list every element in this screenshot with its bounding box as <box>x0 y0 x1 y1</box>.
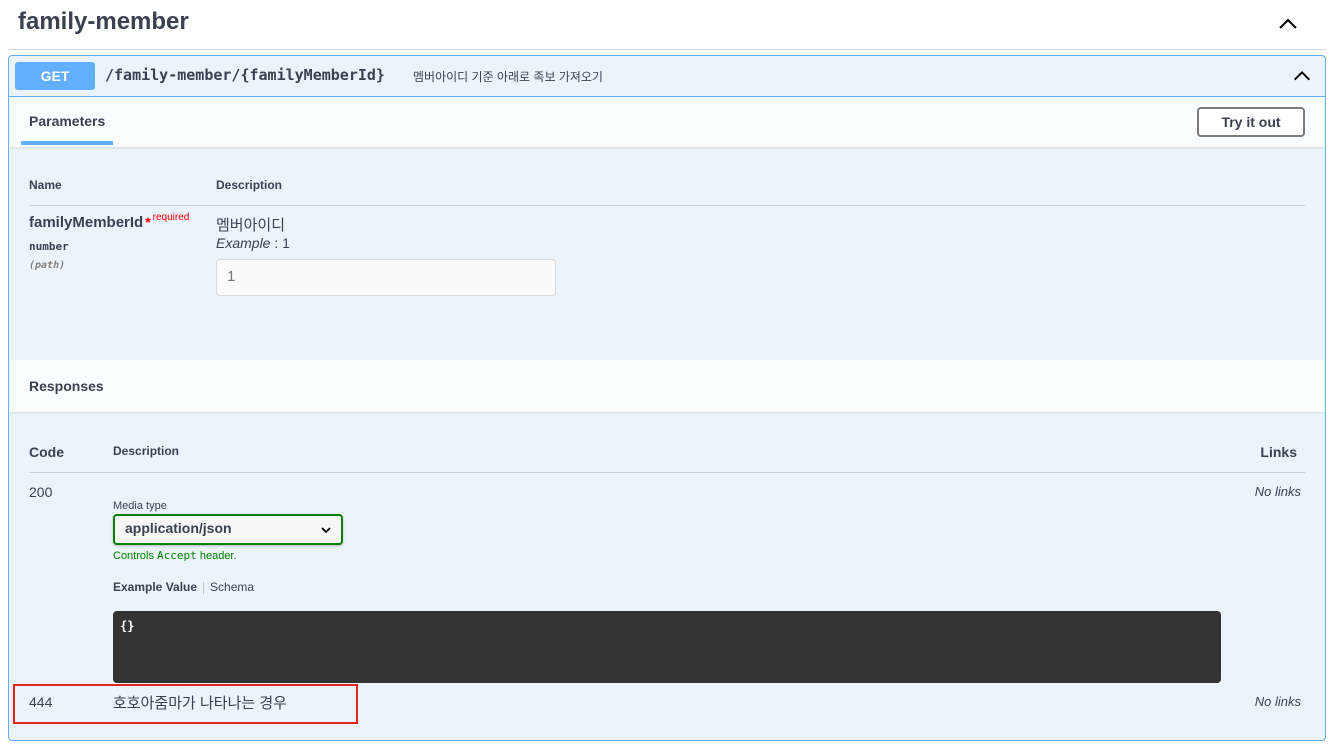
parameter-name-text: familyMemberId <box>29 214 144 231</box>
parameters-tab-bar: Parameters Try it out <box>9 97 1325 147</box>
media-type-label: Media type <box>113 500 167 512</box>
column-header-description: Description <box>216 178 283 192</box>
responses-title: Responses <box>29 378 104 394</box>
responses-header: Responses <box>9 360 1325 412</box>
parameter-description: 멤버아이디 <box>216 217 286 234</box>
media-type-select[interactable]: application/json <box>113 514 343 545</box>
chevron-down-icon <box>321 527 331 534</box>
required-label: required <box>152 212 190 223</box>
operation-summary[interactable]: GET /family-member/{familyMemberId} 멤버아이… <box>9 56 1325 97</box>
column-header-response-description: Description <box>113 444 180 458</box>
tab-parameters[interactable]: Parameters <box>21 97 114 145</box>
controls-accept-note: Controls Accept header. <box>113 549 237 562</box>
column-header-code: Code <box>29 444 64 460</box>
column-header-links: Links <box>1260 444 1297 460</box>
parameter-type: number <box>29 240 69 253</box>
tab-schema[interactable]: Schema <box>210 580 254 594</box>
tag-title: family-member <box>18 8 189 35</box>
chevron-up-icon[interactable] <box>1276 12 1300 36</box>
tag-header[interactable]: family-member <box>8 0 1326 50</box>
controls-suffix: header. <box>196 550 237 562</box>
response-links-444: No links <box>1254 694 1301 709</box>
parameter-location: (path) <box>29 260 66 271</box>
operation-block: GET /family-member/{familyMemberId} 멤버아이… <box>8 55 1326 741</box>
example-schema-tabs: Example Value Schema <box>113 580 254 594</box>
parameter-example: Example : 1 <box>216 235 290 251</box>
response-code-200: 200 <box>29 484 53 500</box>
example-separator: : <box>270 235 283 251</box>
divider <box>29 205 1305 206</box>
try-it-out-button[interactable]: Try it out <box>1197 107 1305 137</box>
operation-summary-text: 멤버아이디 기준 아래로 족보 가져오기 <box>413 70 603 84</box>
operation-path: /family-member/{familyMemberId} <box>105 66 385 84</box>
controls-prefix: Controls <box>113 550 158 562</box>
required-star: * <box>145 214 151 230</box>
example-label: Example <box>216 235 271 251</box>
column-header-name: Name <box>29 178 62 192</box>
family-member-id-input[interactable]: 1 <box>216 259 556 296</box>
highlight-box <box>13 684 358 724</box>
divider <box>29 472 1305 473</box>
parameter-name: familyMemberId * required <box>29 212 190 231</box>
media-type-value: application/json <box>125 520 232 536</box>
example-value-code: {} <box>113 611 1221 683</box>
response-links-200: No links <box>1254 484 1301 499</box>
tab-example-value[interactable]: Example Value <box>113 580 197 594</box>
controls-code: Accept <box>157 549 197 562</box>
method-badge: GET <box>15 62 95 90</box>
chevron-up-icon[interactable] <box>1291 65 1313 87</box>
example-value: 1 <box>282 235 290 251</box>
tab-separator <box>203 581 205 594</box>
